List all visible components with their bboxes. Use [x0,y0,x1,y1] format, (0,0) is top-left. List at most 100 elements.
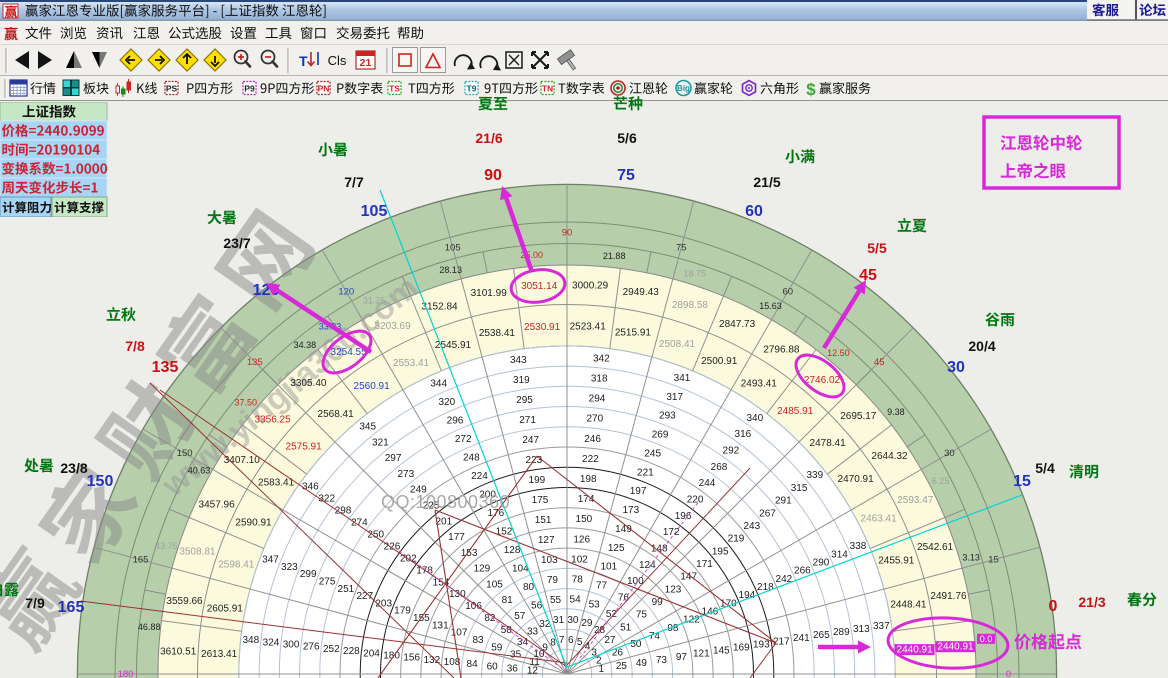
svg-text:296: 296 [447,416,464,427]
svg-text:T9: T9 [467,84,477,94]
svg-text:2493.41: 2493.41 [741,379,778,390]
svg-text:27: 27 [604,635,616,646]
svg-text:172: 172 [663,527,680,538]
svg-text:3305.40: 3305.40 [290,378,327,389]
svg-text:180: 180 [383,650,400,661]
svg-text:78: 78 [572,575,584,586]
svg-text:2530.91: 2530.91 [524,322,561,333]
svg-text:59: 59 [491,642,503,653]
svg-text:97: 97 [676,652,688,663]
svg-text:51: 51 [620,622,632,633]
svg-text:165: 165 [133,555,149,566]
svg-text:275: 275 [319,576,336,587]
svg-text:12: 12 [527,666,539,677]
svg-text:7/7: 7/7 [344,174,364,190]
svg-text:52: 52 [606,609,618,620]
svg-text:12.50: 12.50 [827,348,850,358]
svg-text:120: 120 [338,287,354,298]
svg-text:3101.99: 3101.99 [471,288,508,299]
svg-text:196: 196 [675,511,692,522]
svg-text:76: 76 [618,592,630,603]
svg-text:7/8: 7/8 [125,338,145,354]
svg-text:342: 342 [593,353,610,364]
svg-text:43.75: 43.75 [155,541,178,551]
svg-text:34.38: 34.38 [294,340,317,350]
svg-text:6: 6 [568,635,574,646]
svg-text:156: 156 [403,653,420,664]
svg-text:0: 0 [1049,598,1058,615]
svg-text:127: 127 [538,535,555,546]
svg-text:5: 5 [577,637,583,648]
svg-text:201: 201 [435,516,452,527]
svg-text:45: 45 [859,267,877,284]
svg-text:28.13: 28.13 [439,265,462,275]
svg-text:177: 177 [448,532,465,543]
svg-text:7/9: 7/9 [25,595,45,611]
svg-text:2440.91: 2440.91 [937,642,974,653]
svg-text:165: 165 [58,599,85,616]
svg-text:250: 250 [367,530,384,541]
svg-text:323: 323 [281,562,298,573]
svg-text:341: 341 [674,373,691,384]
svg-text:3457.96: 3457.96 [199,499,236,510]
svg-text:23/8: 23/8 [60,460,87,476]
svg-text:220: 220 [687,495,704,506]
svg-text:6.25: 6.25 [932,476,950,486]
svg-text:2491.76: 2491.76 [930,591,967,602]
svg-text:228: 228 [343,646,360,657]
svg-text:15: 15 [988,555,999,566]
svg-text:18.75: 18.75 [684,268,707,278]
svg-text:219: 219 [728,534,745,545]
svg-text:81: 81 [502,595,514,606]
svg-text:297: 297 [385,453,402,464]
svg-text:315: 315 [791,483,808,494]
svg-text:135: 135 [152,359,179,376]
svg-text:21.88: 21.88 [603,251,626,261]
svg-text:292: 292 [723,446,740,457]
svg-text:123: 123 [665,584,682,595]
svg-text:248: 248 [463,453,480,464]
svg-text:46.88: 46.88 [138,622,161,632]
svg-text:40.63: 40.63 [188,466,211,476]
svg-text:193: 193 [753,639,770,650]
svg-text:21: 21 [360,57,372,69]
svg-text:3407.10: 3407.10 [224,455,261,466]
svg-text:2847.73: 2847.73 [719,319,756,330]
svg-text:299: 299 [300,569,317,580]
svg-text:20/4: 20/4 [968,338,995,354]
svg-text:15.63: 15.63 [759,301,782,311]
svg-text:57: 57 [514,611,526,622]
svg-text:204: 204 [363,648,380,659]
svg-text:101: 101 [600,562,617,573]
svg-text:227: 227 [356,591,373,602]
svg-text:35: 35 [510,650,522,661]
svg-text:2560.91: 2560.91 [354,381,391,392]
svg-text:30: 30 [567,615,579,626]
svg-text:241: 241 [793,633,810,644]
svg-text:126: 126 [573,534,590,545]
svg-text:175: 175 [532,495,549,506]
svg-text:317: 317 [666,392,683,403]
svg-text:153: 153 [461,548,478,559]
svg-text:2553.41: 2553.41 [393,358,430,369]
svg-text:2448.41: 2448.41 [890,599,927,610]
svg-text:2523.41: 2523.41 [570,322,607,333]
svg-text:197: 197 [630,486,647,497]
svg-text:314: 314 [831,549,848,560]
svg-text:106: 106 [465,601,482,612]
svg-text:25: 25 [616,661,628,672]
svg-text:289: 289 [833,627,850,638]
svg-text:73: 73 [656,655,668,666]
svg-text:0: 0 [1006,669,1011,678]
svg-text:252: 252 [323,644,340,655]
svg-text:2613.41: 2613.41 [201,649,238,660]
svg-text:2: 2 [596,656,602,667]
svg-text:246: 246 [584,434,601,445]
svg-text:3051.14: 3051.14 [521,281,558,292]
svg-text:3559.66: 3559.66 [166,596,203,607]
svg-text:269: 269 [652,430,669,441]
svg-text:319: 319 [513,375,530,386]
svg-text:173: 173 [622,505,639,516]
svg-text:147: 147 [680,572,697,583]
svg-text:131: 131 [432,620,449,631]
